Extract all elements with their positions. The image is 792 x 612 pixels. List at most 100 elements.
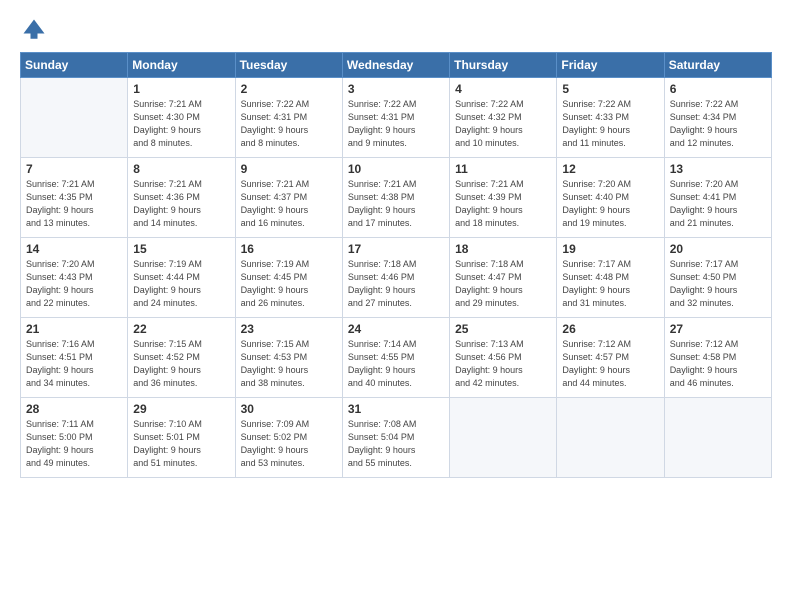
calendar-cell: 6 Sunrise: 7:22 AM Sunset: 4:34 PM Daylig… [664, 78, 771, 158]
day-number: 14 [26, 242, 122, 256]
header-row [20, 16, 772, 44]
day-number: 16 [241, 242, 337, 256]
weekday-header-monday: Monday [128, 53, 235, 78]
calendar-cell: 20 Sunrise: 7:17 AM Sunset: 4:50 PM Dayli… [664, 238, 771, 318]
calendar-cell: 1 Sunrise: 7:21 AM Sunset: 4:30 PM Daylig… [128, 78, 235, 158]
day-detail: Sunrise: 7:22 AM Sunset: 4:31 PM Dayligh… [348, 98, 444, 150]
day-number: 30 [241, 402, 337, 416]
calendar-cell: 14 Sunrise: 7:20 AM Sunset: 4:43 PM Dayli… [21, 238, 128, 318]
calendar-cell: 15 Sunrise: 7:19 AM Sunset: 4:44 PM Dayli… [128, 238, 235, 318]
day-number: 25 [455, 322, 551, 336]
weekday-header-wednesday: Wednesday [342, 53, 449, 78]
day-detail: Sunrise: 7:21 AM Sunset: 4:39 PM Dayligh… [455, 178, 551, 230]
calendar-cell: 11Sunrise: 7:21 AM Sunset: 4:39 PM Dayli… [450, 158, 557, 238]
calendar-table: SundayMondayTuesdayWednesdayThursdayFrid… [20, 52, 772, 478]
day-detail: Sunrise: 7:18 AM Sunset: 4:46 PM Dayligh… [348, 258, 444, 310]
day-number: 5 [562, 82, 658, 96]
day-detail: Sunrise: 7:12 AM Sunset: 4:58 PM Dayligh… [670, 338, 766, 390]
day-detail: Sunrise: 7:18 AM Sunset: 4:47 PM Dayligh… [455, 258, 551, 310]
day-number: 3 [348, 82, 444, 96]
day-number: 27 [670, 322, 766, 336]
day-number: 21 [26, 322, 122, 336]
day-detail: Sunrise: 7:20 AM Sunset: 4:40 PM Dayligh… [562, 178, 658, 230]
day-number: 23 [241, 322, 337, 336]
day-number: 31 [348, 402, 444, 416]
day-detail: Sunrise: 7:17 AM Sunset: 4:50 PM Dayligh… [670, 258, 766, 310]
calendar-cell: 5 Sunrise: 7:22 AM Sunset: 4:33 PM Daylig… [557, 78, 664, 158]
day-number: 2 [241, 82, 337, 96]
weekday-header-thursday: Thursday [450, 53, 557, 78]
day-number: 18 [455, 242, 551, 256]
calendar-cell: 2 Sunrise: 7:22 AM Sunset: 4:31 PM Daylig… [235, 78, 342, 158]
day-number: 17 [348, 242, 444, 256]
day-detail: Sunrise: 7:20 AM Sunset: 4:43 PM Dayligh… [26, 258, 122, 310]
calendar-cell: 23 Sunrise: 7:15 AM Sunset: 4:53 PM Dayli… [235, 318, 342, 398]
day-number: 29 [133, 402, 229, 416]
day-number: 7 [26, 162, 122, 176]
day-detail: Sunrise: 7:22 AM Sunset: 4:31 PM Dayligh… [241, 98, 337, 150]
logo [20, 16, 50, 44]
calendar-cell: 31 Sunrise: 7:08 AM Sunset: 5:04 PM Dayli… [342, 398, 449, 478]
day-detail: Sunrise: 7:21 AM Sunset: 4:37 PM Dayligh… [241, 178, 337, 230]
page: SundayMondayTuesdayWednesdayThursdayFrid… [0, 0, 792, 612]
day-number: 12 [562, 162, 658, 176]
day-detail: Sunrise: 7:21 AM Sunset: 4:36 PM Dayligh… [133, 178, 229, 230]
weekday-header-tuesday: Tuesday [235, 53, 342, 78]
day-detail: Sunrise: 7:22 AM Sunset: 4:33 PM Dayligh… [562, 98, 658, 150]
calendar-cell: 21 Sunrise: 7:16 AM Sunset: 4:51 PM Dayli… [21, 318, 128, 398]
calendar-cell: 27 Sunrise: 7:12 AM Sunset: 4:58 PM Dayli… [664, 318, 771, 398]
calendar-week-5: 28Sunrise: 7:11 AM Sunset: 5:00 PM Dayli… [21, 398, 772, 478]
day-detail: Sunrise: 7:08 AM Sunset: 5:04 PM Dayligh… [348, 418, 444, 470]
calendar-cell: 17 Sunrise: 7:18 AM Sunset: 4:46 PM Dayli… [342, 238, 449, 318]
day-detail: Sunrise: 7:13 AM Sunset: 4:56 PM Dayligh… [455, 338, 551, 390]
calendar-cell [664, 398, 771, 478]
day-number: 13 [670, 162, 766, 176]
day-number: 24 [348, 322, 444, 336]
day-number: 15 [133, 242, 229, 256]
calendar-cell: 4 Sunrise: 7:22 AM Sunset: 4:32 PM Daylig… [450, 78, 557, 158]
day-detail: Sunrise: 7:17 AM Sunset: 4:48 PM Dayligh… [562, 258, 658, 310]
calendar-cell: 30 Sunrise: 7:09 AM Sunset: 5:02 PM Dayli… [235, 398, 342, 478]
day-detail: Sunrise: 7:19 AM Sunset: 4:44 PM Dayligh… [133, 258, 229, 310]
calendar-cell: 10Sunrise: 7:21 AM Sunset: 4:38 PM Dayli… [342, 158, 449, 238]
day-detail: Sunrise: 7:19 AM Sunset: 4:45 PM Dayligh… [241, 258, 337, 310]
day-detail: Sunrise: 7:15 AM Sunset: 4:52 PM Dayligh… [133, 338, 229, 390]
day-detail: Sunrise: 7:20 AM Sunset: 4:41 PM Dayligh… [670, 178, 766, 230]
calendar-cell [21, 78, 128, 158]
calendar-cell: 13 Sunrise: 7:20 AM Sunset: 4:41 PM Dayli… [664, 158, 771, 238]
logo-icon [20, 16, 48, 44]
calendar-cell: 25 Sunrise: 7:13 AM Sunset: 4:56 PM Dayli… [450, 318, 557, 398]
calendar-week-4: 21 Sunrise: 7:16 AM Sunset: 4:51 PM Dayli… [21, 318, 772, 398]
calendar-cell: 19Sunrise: 7:17 AM Sunset: 4:48 PM Dayli… [557, 238, 664, 318]
day-detail: Sunrise: 7:11 AM Sunset: 5:00 PM Dayligh… [26, 418, 122, 470]
day-detail: Sunrise: 7:21 AM Sunset: 4:30 PM Dayligh… [133, 98, 229, 150]
day-detail: Sunrise: 7:09 AM Sunset: 5:02 PM Dayligh… [241, 418, 337, 470]
day-number: 6 [670, 82, 766, 96]
calendar-week-2: 7 Sunrise: 7:21 AM Sunset: 4:35 PM Daylig… [21, 158, 772, 238]
day-detail: Sunrise: 7:12 AM Sunset: 4:57 PM Dayligh… [562, 338, 658, 390]
day-detail: Sunrise: 7:21 AM Sunset: 4:35 PM Dayligh… [26, 178, 122, 230]
calendar-cell: 16 Sunrise: 7:19 AM Sunset: 4:45 PM Dayli… [235, 238, 342, 318]
calendar-week-1: 1 Sunrise: 7:21 AM Sunset: 4:30 PM Daylig… [21, 78, 772, 158]
calendar-cell: 22 Sunrise: 7:15 AM Sunset: 4:52 PM Dayli… [128, 318, 235, 398]
calendar-cell: 8 Sunrise: 7:21 AM Sunset: 4:36 PM Daylig… [128, 158, 235, 238]
day-detail: Sunrise: 7:15 AM Sunset: 4:53 PM Dayligh… [241, 338, 337, 390]
weekday-header-sunday: Sunday [21, 53, 128, 78]
calendar-cell [450, 398, 557, 478]
weekday-header-row: SundayMondayTuesdayWednesdayThursdayFrid… [21, 53, 772, 78]
day-detail: Sunrise: 7:22 AM Sunset: 4:34 PM Dayligh… [670, 98, 766, 150]
day-number: 20 [670, 242, 766, 256]
day-number: 22 [133, 322, 229, 336]
weekday-header-saturday: Saturday [664, 53, 771, 78]
calendar-cell [557, 398, 664, 478]
day-number: 4 [455, 82, 551, 96]
day-number: 8 [133, 162, 229, 176]
calendar-cell: 3 Sunrise: 7:22 AM Sunset: 4:31 PM Daylig… [342, 78, 449, 158]
day-detail: Sunrise: 7:16 AM Sunset: 4:51 PM Dayligh… [26, 338, 122, 390]
calendar-cell: 18 Sunrise: 7:18 AM Sunset: 4:47 PM Dayli… [450, 238, 557, 318]
calendar-cell: 12 Sunrise: 7:20 AM Sunset: 4:40 PM Dayli… [557, 158, 664, 238]
day-detail: Sunrise: 7:22 AM Sunset: 4:32 PM Dayligh… [455, 98, 551, 150]
calendar-cell: 26Sunrise: 7:12 AM Sunset: 4:57 PM Dayli… [557, 318, 664, 398]
day-number: 1 [133, 82, 229, 96]
calendar-week-3: 14 Sunrise: 7:20 AM Sunset: 4:43 PM Dayli… [21, 238, 772, 318]
